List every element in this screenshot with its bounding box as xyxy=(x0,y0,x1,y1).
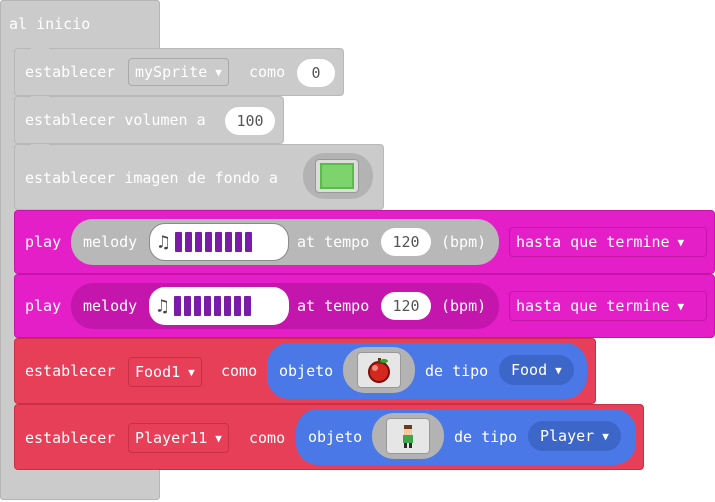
play-mode-dropdown[interactable]: hasta que termine ▼ xyxy=(509,291,707,321)
set-food-block[interactable]: establecer Food1 ▼ como objeto de tipo F… xyxy=(14,338,596,404)
kind-value: Player xyxy=(540,427,595,445)
variable-name: mySprite xyxy=(135,63,208,81)
play-mode-dropdown[interactable]: hasta que termine ▼ xyxy=(509,227,707,257)
set-background-block[interactable]: establecer imagen de fondo a xyxy=(14,144,384,210)
play-label: play xyxy=(25,297,62,315)
object-label: objeto xyxy=(308,428,363,446)
variable-dropdown[interactable]: mySprite ▼ xyxy=(128,58,229,86)
music-note-icon: ♫ xyxy=(157,295,168,317)
tempo-input[interactable]: 120 xyxy=(381,292,431,320)
play-mode-value: hasta que termine xyxy=(516,297,670,315)
chevron-down-icon: ▼ xyxy=(677,299,685,313)
kind-value: Food xyxy=(511,361,548,379)
melody-label: melody xyxy=(83,297,138,315)
chevron-down-icon: ▼ xyxy=(215,431,222,445)
play-mode-value: hasta que termine xyxy=(516,233,670,251)
set-volume-label: establecer volumen a xyxy=(25,111,206,129)
of-type-label: de tipo xyxy=(454,428,518,446)
as-label: como xyxy=(249,429,286,447)
sprite-create-pill[interactable]: objeto de tipo Player ▼ xyxy=(296,409,636,465)
sprite-image-picker[interactable] xyxy=(372,413,444,459)
tempo-input[interactable]: 120 xyxy=(381,228,431,256)
play-melody-block-1[interactable]: play melody ♫ at tempo 120 (bpm) hasta q… xyxy=(14,210,715,274)
variable-dropdown[interactable]: Food1 ▼ xyxy=(128,357,202,387)
block-notch xyxy=(31,96,49,101)
block-notch xyxy=(31,144,49,149)
kind-dropdown[interactable]: Food ▼ xyxy=(499,355,574,385)
set-player-block[interactable]: establecer Player11 ▼ como objeto de tip… xyxy=(14,404,644,470)
value-input[interactable]: 0 xyxy=(297,59,335,87)
at-tempo-label: at tempo xyxy=(297,297,370,315)
player-sprite-icon xyxy=(386,418,430,454)
as-label: como xyxy=(249,63,286,81)
object-label: objeto xyxy=(279,362,334,380)
melody-label: melody xyxy=(83,233,138,251)
sprite-create-pill[interactable]: objeto de tipo Food ▼ xyxy=(267,343,587,399)
chevron-down-icon: ▼ xyxy=(188,365,195,379)
background-image-picker[interactable] xyxy=(303,153,373,199)
melody-pill[interactable]: melody ♫ at tempo 120 (bpm) xyxy=(71,219,499,265)
apple-sprite-icon xyxy=(357,352,401,388)
as-label: como xyxy=(221,362,258,380)
kind-dropdown[interactable]: Player ▼ xyxy=(528,421,621,451)
play-melody-block-2[interactable]: play melody ♫ at tempo 120 (bpm) hasta q… xyxy=(14,274,715,338)
volume-input[interactable]: 100 xyxy=(225,107,275,135)
variable-name: Player11 xyxy=(135,429,208,447)
melody-editor[interactable]: ♫ xyxy=(149,223,289,261)
bpm-label: (bpm) xyxy=(441,233,487,251)
chevron-down-icon: ▼ xyxy=(677,235,685,249)
at-tempo-label: at tempo xyxy=(297,233,370,251)
chevron-down-icon: ▼ xyxy=(555,363,562,377)
set-label: establecer xyxy=(25,362,116,380)
melody-editor[interactable]: ♫ xyxy=(149,287,289,325)
set-label: establecer xyxy=(25,429,116,447)
set-volume-block[interactable]: establecer volumen a 100 xyxy=(14,96,284,144)
block-notch xyxy=(31,48,49,53)
melody-pill[interactable]: melody ♫ at tempo 120 (bpm) xyxy=(71,283,499,329)
set-sprite-block[interactable]: establecer mySprite ▼ como 0 xyxy=(14,48,344,96)
music-note-icon: ♫ xyxy=(158,231,169,253)
green-background-icon xyxy=(315,159,359,193)
variable-name: Food1 xyxy=(135,363,181,381)
sprite-image-picker[interactable] xyxy=(343,347,415,393)
chevron-down-icon: ▼ xyxy=(602,429,609,443)
variable-dropdown[interactable]: Player11 ▼ xyxy=(128,423,229,453)
set-background-label: establecer imagen de fondo a xyxy=(25,169,278,187)
on-start-label: al inicio xyxy=(9,15,91,33)
of-type-label: de tipo xyxy=(425,362,489,380)
chevron-down-icon: ▼ xyxy=(215,65,222,79)
bpm-label: (bpm) xyxy=(441,297,487,315)
set-label: establecer xyxy=(25,63,116,81)
play-label: play xyxy=(25,233,62,251)
